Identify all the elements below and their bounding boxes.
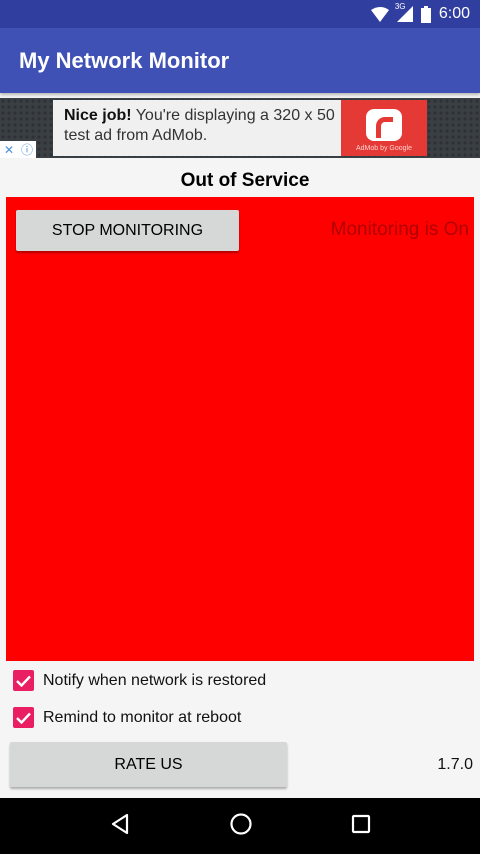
notify-option[interactable]: Notify when network is restored: [13, 670, 266, 691]
notify-checkbox[interactable]: [13, 670, 34, 691]
cell-signal-icon: 3G: [395, 2, 413, 22]
app-bar: My Network Monitor: [0, 28, 480, 93]
ad-close-icon[interactable]: ✕: [0, 141, 18, 158]
navigation-bar: [0, 798, 480, 854]
monitoring-status-label: Monitoring is On: [330, 219, 469, 240]
ad-headline: Nice job!: [64, 107, 132, 124]
network-type-label: 3G: [394, 2, 406, 11]
admob-brand-label: AdMob by Google: [355, 145, 413, 152]
ad-text: Nice job! You're displaying a 320 x 50 t…: [53, 100, 341, 156]
remind-option[interactable]: Remind to monitor at reboot: [13, 707, 241, 728]
app-version: 1.7.0: [437, 756, 473, 773]
app-title: My Network Monitor: [19, 47, 230, 73]
admob-logo-icon: [366, 109, 402, 141]
network-status-title: Out of Service: [180, 170, 310, 191]
ad-controls: ✕ ⓘ: [0, 141, 36, 158]
admob-logo: AdMob by Google: [341, 100, 427, 156]
stop-monitoring-button[interactable]: Stop Monitoring: [16, 210, 239, 251]
home-icon[interactable]: [229, 812, 253, 841]
ad-info-icon[interactable]: ⓘ: [18, 141, 36, 158]
battery-icon: [420, 5, 431, 23]
ad-content[interactable]: Nice job! You're displaying a 320 x 50 t…: [53, 100, 427, 156]
clock: 6:00: [438, 5, 470, 22]
network-status-panel: Stop Monitoring Monitoring is On: [6, 197, 474, 661]
wifi-icon: [370, 6, 389, 22]
notify-label: Notify when network is restored: [43, 671, 267, 689]
status-bar: 3G 6:00: [0, 0, 480, 28]
checkmark-icon: [16, 675, 31, 687]
remind-label: Remind to monitor at reboot: [43, 708, 242, 726]
back-icon[interactable]: [109, 813, 131, 840]
rate-us-button[interactable]: Rate Us: [10, 742, 287, 787]
remind-checkbox[interactable]: [13, 707, 34, 728]
checkmark-icon: [16, 712, 31, 724]
recents-icon[interactable]: [351, 814, 371, 839]
ad-banner[interactable]: Nice job! You're displaying a 320 x 50 t…: [0, 98, 480, 158]
